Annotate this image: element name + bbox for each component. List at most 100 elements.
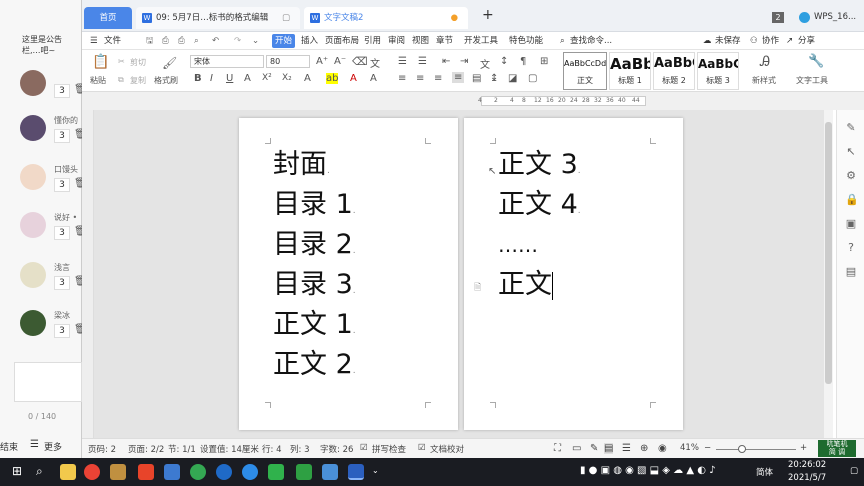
wechat-icon[interactable]	[268, 464, 284, 480]
app-icon[interactable]	[138, 464, 154, 480]
menu-start[interactable]: 开始	[272, 34, 296, 48]
more-button[interactable]: 更多	[44, 440, 62, 453]
tray-app[interactable]: 吭笔机简 调	[818, 440, 856, 457]
write-mode-icon[interactable]: ✎	[590, 443, 598, 454]
border-icon[interactable]: ▢	[528, 73, 537, 84]
windows-start-icon[interactable]: ⊞	[12, 464, 22, 478]
doc-line[interactable]: 封面.	[273, 148, 330, 188]
grow-font-icon[interactable]: A⁺	[316, 56, 328, 67]
phonetic-icon[interactable]: 文	[370, 55, 380, 70]
account-name[interactable]: WPS_16...	[814, 12, 856, 22]
tray-icons[interactable]: ▮ ● ▣ ◍ ◉ ▧ ⬓ ◈ ☁ ▲ ◐ ♪	[580, 465, 715, 476]
message-input[interactable]	[14, 362, 82, 402]
menu-reference[interactable]: 引用	[364, 34, 381, 48]
redo-icon[interactable]: ↷	[234, 34, 241, 48]
chat-item[interactable]: 梁冰 3 🗑	[0, 310, 87, 358]
doc-line[interactable]: 正文 4.	[498, 188, 581, 228]
explorer-icon[interactable]	[60, 464, 76, 480]
text-color-icon[interactable]: A	[350, 73, 357, 84]
superscript-icon[interactable]: X²	[262, 73, 272, 83]
search-command[interactable]: 查找命令...	[570, 34, 612, 48]
scrollbar-thumb[interactable]	[825, 122, 832, 384]
app-c-icon[interactable]	[296, 464, 312, 480]
number-list-icon[interactable]: ☰	[418, 56, 427, 67]
chinese-layout-icon[interactable]: 文	[480, 56, 490, 71]
archive-icon[interactable]: ▤	[845, 266, 857, 278]
layout-icon[interactable]: ▣	[845, 218, 857, 230]
paste-icon[interactable]: 📋	[92, 54, 109, 70]
undo-icon[interactable]: ↶	[212, 34, 219, 48]
clear-format-icon[interactable]: ⌫	[352, 55, 368, 68]
lock-icon[interactable]: 🔒	[845, 194, 859, 206]
unsaved-dot-icon[interactable]: ●	[451, 7, 458, 29]
save-icon[interactable]: 🖫	[146, 34, 153, 48]
customize-icon[interactable]: ⌄	[252, 34, 259, 48]
menu-review[interactable]: 审阅	[388, 34, 405, 48]
preview-icon[interactable]: ⌕	[194, 34, 199, 48]
help-icon[interactable]: ?	[845, 242, 857, 254]
outline-view-icon[interactable]: ☰	[622, 443, 631, 454]
doc-line[interactable]: 目录 1.	[273, 188, 356, 228]
cut-button[interactable]: 剪切	[130, 57, 146, 68]
tab-home[interactable]: 首页	[84, 7, 132, 29]
spellcheck-button[interactable]: 拼写检查	[372, 443, 406, 455]
doc-line[interactable]: ……	[498, 228, 538, 262]
zoom-in-icon[interactable]: +	[800, 443, 807, 453]
clock-date[interactable]: 2021/5/7	[788, 473, 826, 483]
underline-icon[interactable]: U	[226, 73, 233, 84]
menu-view[interactable]: 视图	[412, 34, 429, 48]
doc-line[interactable]: 目录 3.	[273, 268, 356, 308]
doc-line-current[interactable]: 正文	[498, 268, 553, 302]
edit-icon[interactable]: ✎	[845, 122, 857, 134]
outdent-icon[interactable]: ⇤	[442, 56, 450, 67]
menu-features[interactable]: 特色功能	[509, 34, 543, 48]
window-count-badge[interactable]: 2	[772, 12, 784, 23]
doc-check-button[interactable]: 文档校对	[430, 443, 464, 455]
format-painter-button[interactable]: 格式刷	[154, 75, 178, 86]
notification-icon[interactable]: ▢	[850, 466, 858, 476]
zoom-slider[interactable]	[716, 449, 796, 450]
align-right-icon[interactable]: ≡	[434, 73, 442, 84]
justify-icon[interactable]: ≡	[452, 72, 465, 83]
highlight-icon[interactable]: ab	[326, 73, 339, 84]
monitor-icon[interactable]	[164, 464, 180, 480]
menu-page-layout[interactable]: 页面布局	[325, 34, 359, 48]
wps-writer-icon[interactable]	[348, 464, 364, 480]
menu-dev-tools[interactable]: 开发工具	[464, 34, 498, 48]
font-name-select[interactable]: 宋体	[190, 55, 264, 68]
char-border-icon[interactable]: A	[370, 73, 377, 84]
export-icon[interactable]: ⎙	[162, 34, 169, 48]
hamburger-icon[interactable]: ☰	[90, 34, 98, 48]
text-tools-button[interactable]: 文字工具	[796, 75, 828, 86]
fullscreen-icon[interactable]: ⛶	[554, 443, 561, 454]
chevron-icon[interactable]: ⌄	[372, 466, 379, 475]
italic-icon[interactable]: I	[210, 73, 213, 84]
text-effect-icon[interactable]: A	[304, 73, 311, 84]
app-icon[interactable]	[110, 464, 126, 480]
unsaved-status[interactable]: 未保存	[715, 34, 741, 48]
clock-time[interactable]: 20:26:02	[788, 460, 826, 470]
font-size-select[interactable]: 80	[266, 55, 310, 68]
page-1[interactable]: 封面. 目录 1. 目录 2. 目录 3. 正文 1. 正文 2.	[239, 118, 458, 430]
copy-button[interactable]: 复制	[130, 75, 146, 86]
tab-doc1[interactable]: W 09: 5月7日…标书的格式编辑 ▢	[136, 7, 300, 29]
select-icon[interactable]: ↖	[845, 146, 857, 158]
read-mode-icon[interactable]: ▭	[572, 443, 581, 454]
paste-button[interactable]: 粘贴	[90, 75, 106, 86]
collab-button[interactable]: 协作	[762, 34, 779, 48]
app-k-icon[interactable]	[216, 464, 232, 480]
align-center-icon[interactable]: ≡	[416, 73, 424, 84]
indent-icon[interactable]: ⇥	[460, 56, 468, 67]
zoom-out-icon[interactable]: −	[704, 443, 711, 453]
zoom-slider-handle[interactable]	[738, 445, 746, 453]
doc-line[interactable]: 正文 1.	[273, 308, 356, 348]
settings-icon[interactable]: ⚙	[845, 170, 857, 182]
doc-line[interactable]: 目录 2.	[273, 228, 356, 268]
ime-label[interactable]: 简体	[756, 466, 773, 478]
table-border-icon[interactable]: ⊞	[540, 56, 548, 67]
end-button[interactable]: 结束	[0, 440, 18, 453]
bold-icon[interactable]: B	[194, 73, 202, 84]
avatar-icon[interactable]	[799, 12, 810, 23]
sort-icon[interactable]: ↕	[500, 56, 508, 67]
search-icon[interactable]: ⌕	[36, 464, 43, 479]
